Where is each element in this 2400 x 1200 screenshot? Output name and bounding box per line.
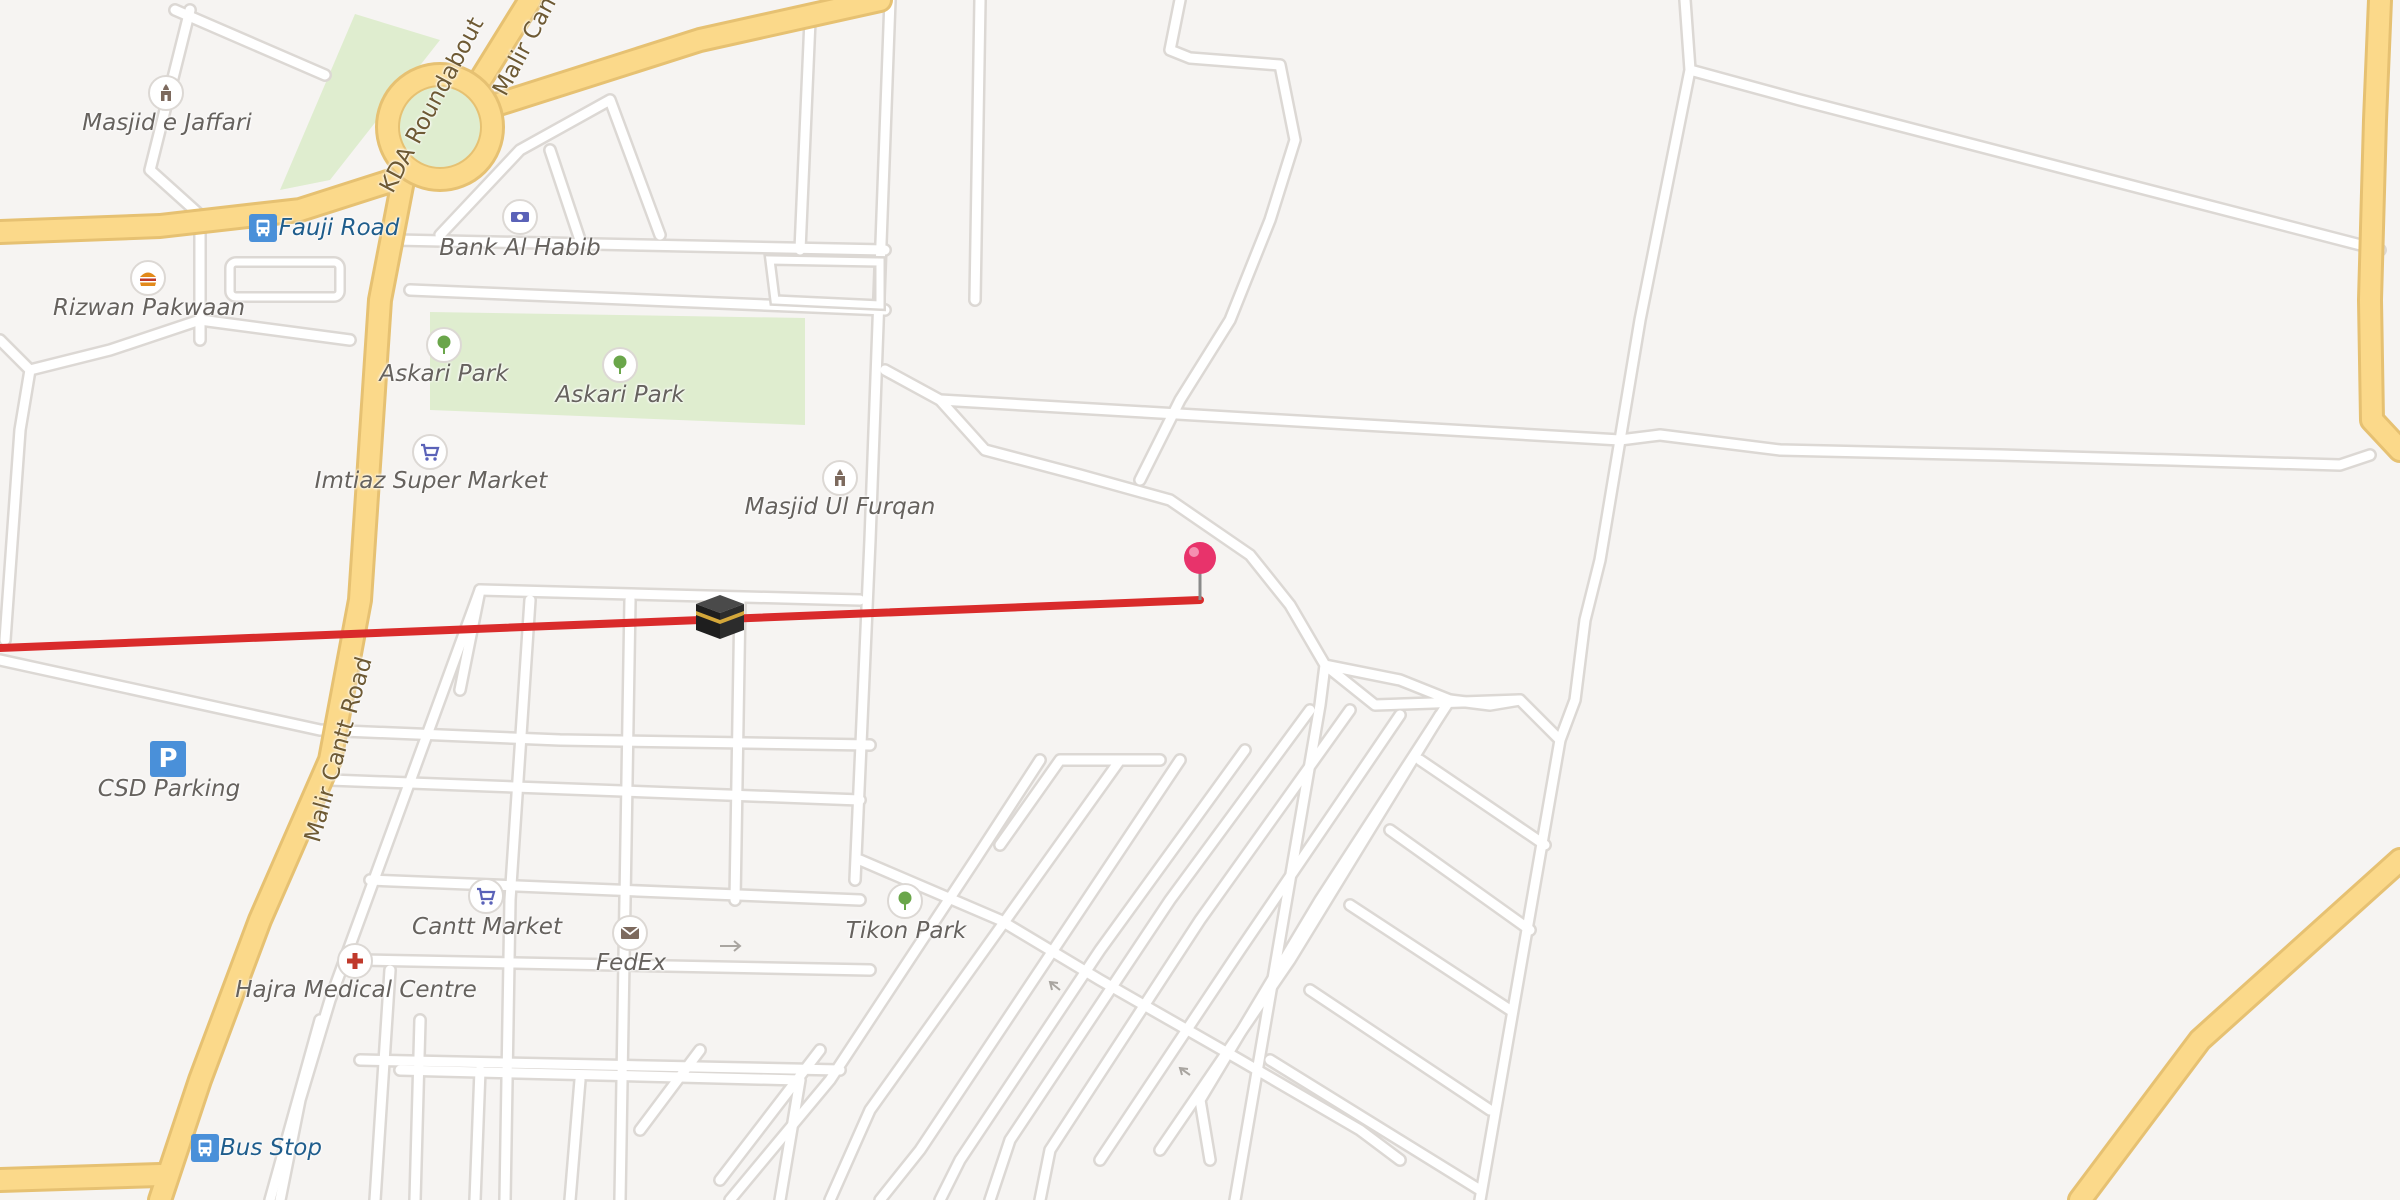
transit-label-bus-stop[interactable]: Bus Stop <box>220 1135 322 1161</box>
shopping-cart-icon[interactable] <box>412 434 448 470</box>
bus-stop-icon[interactable] <box>249 214 277 242</box>
mosque-icon[interactable] <box>148 75 184 111</box>
park-tree-icon[interactable] <box>426 327 462 363</box>
place-label-hajra-medical-centre[interactable]: Hajra Medical Centre <box>235 977 476 1003</box>
place-label-fedex[interactable]: FedEx <box>596 950 666 976</box>
place-label-masjid-e-jaffari[interactable]: Masjid e Jaffari <box>82 110 252 136</box>
fast-food-icon[interactable] <box>130 260 166 296</box>
place-label-askari-park-1[interactable]: Askari Park <box>379 361 508 387</box>
place-label-imtiaz-super-market[interactable]: Imtiaz Super Market <box>315 468 548 494</box>
place-label-masjid-ul-furqan[interactable]: Masjid Ul Furqan <box>745 494 936 520</box>
bank-icon[interactable] <box>502 199 538 235</box>
place-label-csd-parking[interactable]: CSD Parking <box>98 776 240 802</box>
park-tree-icon[interactable] <box>887 883 923 919</box>
place-label-bank-al-habib[interactable]: Bank Al Habib <box>439 235 601 261</box>
mail-envelope-icon[interactable] <box>612 915 648 951</box>
bus-stop-icon[interactable] <box>191 1134 219 1162</box>
medical-cross-icon[interactable] <box>337 943 373 979</box>
parking-icon[interactable]: P <box>150 741 186 777</box>
place-label-cantt-market[interactable]: Cantt Market <box>412 914 562 940</box>
location-pin-icon[interactable] <box>1180 540 1220 606</box>
park-tree-icon[interactable] <box>602 347 638 383</box>
map-canvas[interactable]: KDA Roundabout Malir Cant Malir Cantt Ro… <box>0 0 2400 1200</box>
mosque-icon[interactable] <box>822 460 858 496</box>
shopping-cart-icon[interactable] <box>468 878 504 914</box>
place-label-askari-park-2[interactable]: Askari Park <box>555 382 684 408</box>
transit-label-fauji-road[interactable]: Fauji Road <box>279 215 400 241</box>
qibla-direction-line <box>0 596 1204 652</box>
kaaba-icon[interactable] <box>692 589 748 649</box>
place-label-rizwan-pakwaan[interactable]: Rizwan Pakwaan <box>53 295 245 321</box>
place-label-tikon-park[interactable]: Tikon Park <box>846 918 966 944</box>
